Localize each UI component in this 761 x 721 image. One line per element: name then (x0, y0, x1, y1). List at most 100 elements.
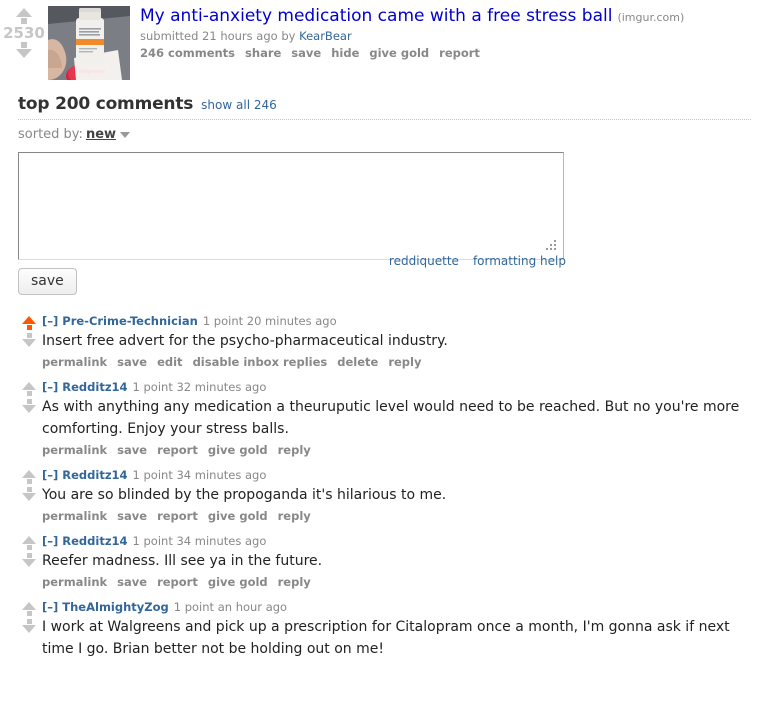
comment-meta: 1 point 32 minutes ago (132, 380, 267, 394)
comment-action-give-gold[interactable]: give gold (208, 443, 268, 457)
downvote-arrow-stem-icon (21, 42, 27, 48)
comment-author-link[interactable]: Redditz14 (62, 468, 127, 482)
comment-collapse-toggle[interactable]: [–] (42, 380, 58, 394)
comment-action-save[interactable]: save (117, 443, 147, 457)
chevron-down-icon[interactable] (120, 131, 131, 138)
upvote-arrow-icon (22, 382, 36, 390)
downvote-arrow-icon (22, 405, 36, 413)
comment-action-give-gold[interactable]: give gold (208, 575, 268, 589)
comment-downvote-button[interactable] (22, 619, 36, 633)
comment-downvote-button[interactable] (22, 553, 36, 567)
comment-action-permalink[interactable]: permalink (42, 355, 107, 369)
comment-upvote-button[interactable] (22, 470, 36, 484)
comment-action-list: permalink save report give gold reply (42, 575, 761, 590)
comment-entry: [–] Redditz14 1 point 34 minutes ago You ar… (40, 468, 761, 524)
sort-selected-value[interactable]: new (86, 127, 116, 142)
show-all-comments-link[interactable]: show all 246 (201, 98, 277, 112)
comment-action-report[interactable]: report (157, 575, 198, 589)
upvote-arrow-stem-icon (26, 391, 32, 396)
comment-item: [–] TheAlmightyZog 1 point an hour ago I wo… (18, 600, 761, 660)
comment-vote-column (18, 380, 40, 413)
comment-body: I work at Walgreens and pick up a prescr… (42, 619, 730, 657)
comment-author-link[interactable]: Pre-Crime-Technician (62, 314, 198, 328)
post-downvote-button[interactable] (16, 42, 32, 58)
comment-meta: 1 point 34 minutes ago (132, 468, 267, 482)
comment-downvote-button[interactable] (22, 399, 36, 413)
comments-heading: top 200 comments show all 246 (18, 94, 751, 120)
upvote-arrow-stem-icon (26, 611, 32, 616)
post-title-link[interactable]: My anti-anxiety medication came with a f… (140, 6, 612, 26)
comment-collapse-toggle[interactable]: [–] (42, 600, 58, 614)
comment-collapse-toggle[interactable]: [–] (42, 534, 58, 548)
reddiquette-link[interactable]: reddiquette (389, 254, 459, 268)
post-thumbnail[interactable]: Walgreens (48, 6, 130, 80)
comment-action-reply[interactable]: reply (278, 443, 311, 457)
comment-collapse-toggle[interactable]: [–] (42, 314, 58, 328)
save-button[interactable]: save (18, 268, 77, 295)
sort-label: sorted by: (18, 127, 83, 142)
post-save-link[interactable]: save (291, 46, 321, 60)
comment-item: [–] Pre-Crime-Technician 1 point 20 minute… (18, 314, 761, 370)
comment-action-give-gold[interactable]: give gold (208, 509, 268, 523)
post-upvote-button[interactable] (16, 8, 32, 24)
downvote-arrow-icon (22, 339, 36, 347)
comment-meta: 1 point 20 minutes ago (202, 314, 337, 328)
post-submitted-text: submitted 21 hours ago by (140, 29, 300, 43)
downvote-arrow-icon (22, 493, 36, 501)
comment-action-permalink[interactable]: permalink (42, 575, 107, 589)
downvote-arrow-icon (22, 559, 36, 567)
upvote-arrow-icon (22, 602, 36, 610)
post-share-link[interactable]: share (245, 46, 281, 60)
comment-action-save[interactable]: save (117, 509, 147, 523)
post-report-link[interactable]: report (439, 46, 480, 60)
comment-action-permalink[interactable]: permalink (42, 509, 107, 523)
comment-action-edit[interactable]: edit (157, 355, 182, 369)
post-tagline: submitted 21 hours ago by KearBear (140, 29, 761, 43)
post-comments-link[interactable]: 246 comments (140, 46, 235, 60)
comment-vote-column (18, 600, 40, 633)
comment-upvote-button[interactable] (22, 382, 36, 396)
comment-action-save[interactable]: save (117, 575, 147, 589)
post-hide-link[interactable]: hide (331, 46, 359, 60)
comment-entry: [–] Pre-Crime-Technician 1 point 20 minute… (40, 314, 761, 370)
comment-action-list: permalink save edit disable inbox replies de… (42, 355, 761, 370)
svg-text:Walgreens: Walgreens (79, 69, 106, 75)
comment-author-link[interactable]: Redditz14 (62, 534, 127, 548)
upvote-arrow-icon (22, 536, 36, 544)
comment-action-save[interactable]: save (117, 355, 147, 369)
comment-input[interactable] (18, 152, 564, 260)
comment-downvote-button[interactable] (22, 487, 36, 501)
comment-action-reply[interactable]: reply (388, 355, 421, 369)
comment-collapse-toggle[interactable]: [–] (42, 468, 58, 482)
comment-author-link[interactable]: Redditz14 (62, 380, 127, 394)
comment-action-reply[interactable]: reply (278, 575, 311, 589)
comment-action-reply[interactable]: reply (278, 509, 311, 523)
comment-author-link[interactable]: TheAlmightyZog (62, 600, 168, 614)
upvote-arrow-stem-icon (26, 545, 32, 550)
comment-entry: [–] Redditz14 1 point 34 minutes ago Reefer… (40, 534, 761, 590)
comment-tagline: [–] Redditz14 1 point 32 minutes ago (42, 380, 761, 394)
comment-action-disable-inbox-replies[interactable]: disable inbox replies (193, 355, 328, 369)
comment-action-list: permalink save report give gold reply (42, 509, 761, 524)
comment-body: Reefer madness. Ill see ya in the future… (42, 553, 323, 569)
post-give-gold-link[interactable]: give gold (369, 46, 429, 60)
downvote-arrow-icon (16, 49, 32, 58)
comment-item: [–] Redditz14 1 point 34 minutes ago You ar… (18, 468, 761, 524)
comment-action-report[interactable]: report (157, 509, 198, 523)
comment-upvote-button[interactable] (22, 316, 36, 330)
upvote-arrow-icon (16, 8, 32, 17)
comment-vote-column (18, 314, 40, 347)
comment-entry: [–] TheAlmightyZog 1 point an hour ago I wo… (40, 600, 761, 660)
comment-upvote-button[interactable] (22, 602, 36, 616)
comment-downvote-button[interactable] (22, 333, 36, 347)
formatting-help-link[interactable]: formatting help (473, 254, 566, 268)
post-author-link[interactable]: KearBear (299, 29, 352, 43)
comment-action-report[interactable]: report (157, 443, 198, 457)
post-listing: 2530 Walgreens My anti-anxiety medicatio… (0, 0, 761, 80)
sort-control: sorted by: new (18, 127, 761, 142)
comment-action-permalink[interactable]: permalink (42, 443, 107, 457)
comment-upvote-button[interactable] (22, 536, 36, 550)
reply-form-footer: save reddiquette formatting help (18, 254, 566, 298)
comment-action-delete[interactable]: delete (337, 355, 378, 369)
post-action-list: 246 comments share save hide give gold report (140, 46, 761, 61)
